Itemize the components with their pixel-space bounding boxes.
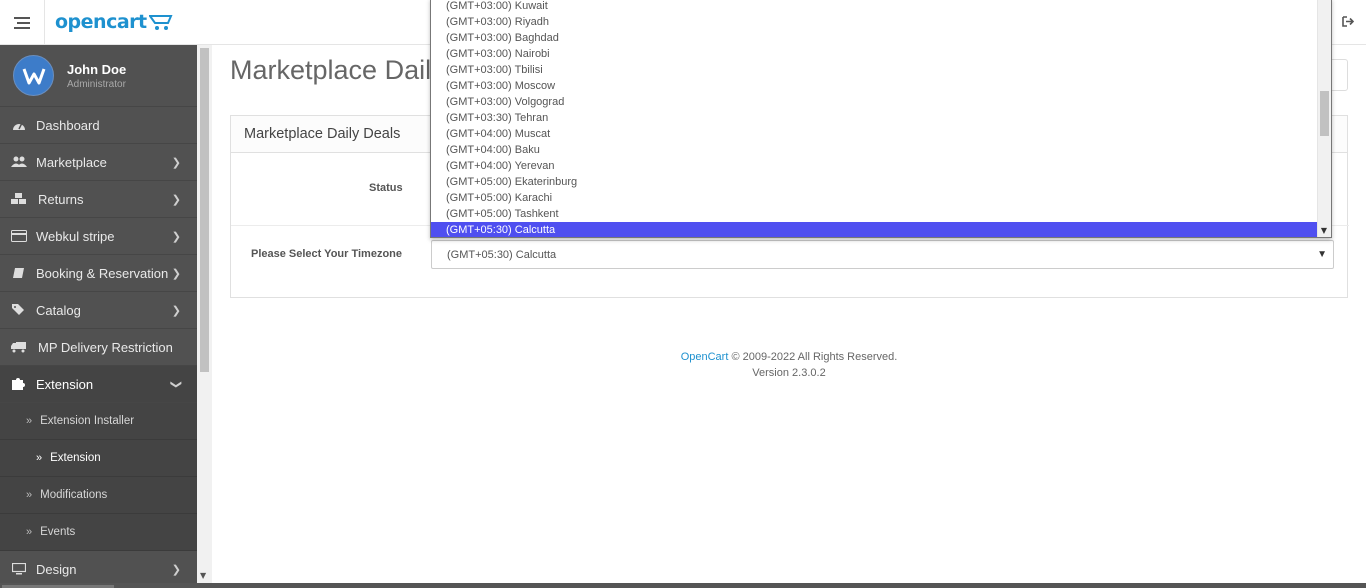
- sidebar-subitem-label: Events: [40, 526, 76, 538]
- double-chevron-icon: »: [36, 452, 43, 464]
- timezone-label: Please Select Your Timezone: [251, 248, 403, 260]
- sidebar-item-label: Dashboard: [36, 117, 100, 133]
- dropdown-option[interactable]: (GMT+03:30) Tehran: [431, 110, 1319, 126]
- credit-card-icon: [11, 229, 27, 243]
- dropdown-option[interactable]: (GMT+05:00) Ekaterinburg: [431, 174, 1319, 190]
- dropdown-option[interactable]: (GMT+03:00) Baghdad: [431, 30, 1319, 46]
- cart-icon: [148, 15, 173, 30]
- puzzle-icon: [11, 377, 27, 391]
- sidebar-item-webkul-stripe[interactable]: Webkul stripe ❯: [0, 218, 197, 255]
- chevron-right-icon: ❯: [171, 231, 181, 243]
- avatar: [13, 55, 54, 96]
- sidebar-item-returns[interactable]: Returns ❯: [0, 181, 197, 218]
- sidebar-item-label: Webkul stripe: [36, 228, 115, 244]
- sidebar-subitem-label: Extension Installer: [40, 415, 135, 427]
- version-text: Version 2.3.0.2: [752, 367, 826, 379]
- sidebar-item-label: Extension: [36, 376, 94, 392]
- sidebar-item-mp-delivery-restriction[interactable]: MP Delivery Restriction: [0, 329, 197, 366]
- sidebar-item-catalog[interactable]: Catalog ❯: [0, 292, 197, 329]
- book-icon: [11, 266, 27, 280]
- user-role: Administrator: [67, 78, 126, 90]
- horizontal-scrollbar[interactable]: [0, 583, 1366, 588]
- footer: OpenCart © 2009-2022 All Rights Reserved…: [230, 349, 1348, 381]
- sidebar-subitem-extension[interactable]: » Extension: [0, 440, 197, 477]
- user-profile[interactable]: John Doe Administrator: [0, 45, 197, 107]
- sidebar-item-label: Marketplace: [36, 154, 107, 170]
- menu-toggle-button[interactable]: [0, 0, 45, 45]
- chevron-right-icon: ❯: [171, 268, 181, 280]
- sidebar-subitem-label: Modifications: [40, 489, 108, 501]
- sidebar-scrollbar-thumb[interactable]: [200, 48, 209, 372]
- double-chevron-icon: »: [26, 526, 33, 538]
- webkul-logo-icon: [22, 67, 45, 84]
- dropdown-option[interactable]: (GMT+04:00) Muscat: [431, 126, 1319, 142]
- sidebar-item-extension[interactable]: Extension ❯: [0, 366, 197, 403]
- chevron-down-icon: ▼: [1317, 249, 1327, 260]
- desktop-icon: [11, 562, 27, 576]
- dropdown-options: (GMT+03:00) Kuwait (GMT+03:00) Riyadh (GMT…: [431, 0, 1331, 237]
- opencart-link[interactable]: OpenCart: [681, 351, 729, 363]
- sidebar-subitem-events[interactable]: » Events: [0, 514, 197, 551]
- user-name: John Doe: [67, 61, 127, 77]
- dropdown-option[interactable]: (GMT+03:00) Volgograd: [431, 94, 1319, 110]
- dropdown-option-selected[interactable]: (GMT+05:30) Calcutta: [431, 222, 1319, 237]
- sidebar-subitem-label: Extension: [50, 452, 101, 464]
- chevron-down-icon: ❯: [169, 379, 182, 390]
- dropdown-option[interactable]: (GMT+04:00) Baku: [431, 142, 1319, 158]
- timezone-select-value: (GMT+05:30) Calcutta: [447, 248, 557, 261]
- sidebar-item-label: Catalog: [36, 302, 81, 318]
- dropdown-option[interactable]: (GMT+03:00) Nairobi: [431, 46, 1319, 62]
- sidebar-item-label: Booking & Reservation: [36, 265, 169, 281]
- dropdown-option[interactable]: (GMT+05:00) Karachi: [431, 190, 1319, 206]
- timezone-dropdown-list[interactable]: (GMT+03:00) Kuwait (GMT+03:00) Riyadh (GMT…: [430, 0, 1332, 238]
- copyright-text: © 2009-2022 All Rights Reserved.: [728, 351, 898, 363]
- sidebar-subitem-extension-installer[interactable]: » Extension Installer: [0, 403, 197, 440]
- sidebar-subitem-modifications[interactable]: » Modifications: [0, 477, 197, 514]
- sidebar: John Doe Administrator Dashboard Marketp…: [0, 45, 197, 588]
- double-chevron-icon: »: [26, 489, 33, 501]
- chevron-right-icon: ❯: [171, 194, 181, 206]
- status-label: Status: [369, 182, 403, 194]
- scroll-down-arrow-icon[interactable]: ▼: [200, 571, 206, 580]
- cubes-icon: [11, 192, 27, 206]
- logo-text: opencart: [55, 11, 147, 33]
- logout-icon: [1342, 16, 1355, 27]
- dropdown-scrollbar-thumb[interactable]: [1320, 91, 1329, 136]
- timezone-select[interactable]: (GMT+05:30) Calcutta ▼: [431, 240, 1334, 269]
- chevron-right-icon: ❯: [171, 564, 181, 576]
- dropdown-option[interactable]: (GMT+03:00) Riyadh: [431, 14, 1319, 30]
- double-chevron-icon: »: [26, 415, 33, 427]
- sidebar-item-marketplace[interactable]: Marketplace ❯: [0, 144, 197, 181]
- truck-icon: [11, 340, 27, 354]
- dropdown-option[interactable]: (GMT+05:00) Tashkent: [431, 206, 1319, 222]
- sidebar-item-label: Design: [36, 561, 77, 577]
- page-title: Marketplace Daily Deals: [230, 55, 430, 85]
- users-icon: [11, 155, 27, 169]
- sidebar-item-dashboard[interactable]: Dashboard: [0, 107, 197, 144]
- scroll-down-arrow-icon[interactable]: ▼: [1319, 226, 1329, 235]
- sidebar-item-label: Returns: [38, 191, 84, 207]
- dropdown-option[interactable]: (GMT+03:00) Kuwait: [431, 0, 1319, 14]
- dropdown-option[interactable]: (GMT+03:00) Moscow: [431, 78, 1319, 94]
- sidebar-item-booking-reservation[interactable]: Booking & Reservation ❯: [0, 255, 197, 292]
- opencart-logo[interactable]: opencart: [55, 11, 177, 33]
- logout-link[interactable]: [1342, 16, 1355, 30]
- hamburger-icon: [14, 16, 30, 29]
- dashboard-icon: [11, 118, 27, 132]
- tags-icon: [11, 303, 27, 317]
- sidebar-item-label: MP Delivery Restriction: [38, 339, 173, 355]
- dropdown-option[interactable]: (GMT+03:00) Tbilisi: [431, 62, 1319, 78]
- chevron-right-icon: ❯: [171, 157, 181, 169]
- dropdown-option[interactable]: (GMT+04:00) Yerevan: [431, 158, 1319, 174]
- chevron-right-icon: ❯: [171, 305, 181, 317]
